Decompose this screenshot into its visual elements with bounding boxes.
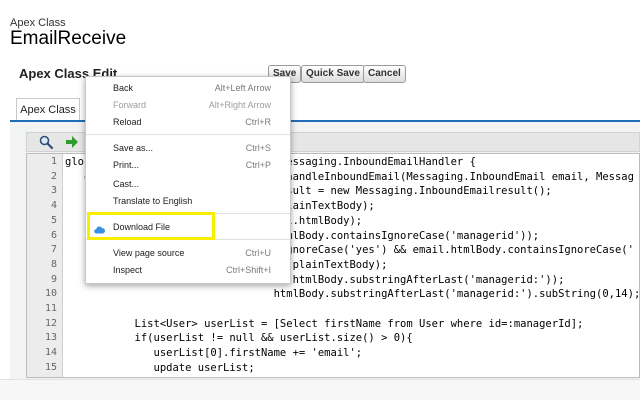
menu-separator [86, 213, 290, 214]
line-number: 11 [44, 303, 57, 314]
line-number: 14 [44, 347, 57, 359]
menu-separator [86, 134, 290, 135]
menu-item-print[interactable]: Print... Ctrl+P [86, 157, 290, 174]
code-text: if(userList != null && userList.size() >… [65, 332, 413, 345]
menu-item-forward: Forward Alt+Right Arrow [113, 100, 271, 110]
line-number: 16 [27, 376, 57, 378]
line-number: 10 [44, 288, 57, 300]
menu-item-cast[interactable]: Cast... [86, 176, 290, 193]
code-text: htmlBody.substringAfterLast('managerid:'… [65, 288, 640, 301]
context-menu: Back Alt+Left Arrow Forward Alt+Right Ar… [85, 76, 291, 284]
line-number: 3 [50, 185, 57, 197]
line-number: 12 [44, 317, 57, 329]
line-number: 2 [50, 170, 57, 182]
quick-save-button[interactable]: Quick Save [301, 65, 365, 83]
line-number: 1 [50, 156, 57, 167]
menu-separator [86, 239, 290, 240]
line-number: 13 [44, 332, 57, 344]
line-number: 9 [50, 273, 57, 285]
line-number: 8 [50, 258, 57, 270]
page-footer-strip [0, 379, 640, 400]
line-number: 6 [50, 229, 57, 241]
line-number: 5 [50, 214, 57, 226]
line-number: 4 [50, 200, 57, 212]
code-line[interactable]: 12 List<User> userList = [Select firstNa… [27, 317, 639, 331]
cancel-button[interactable]: Cancel [363, 65, 406, 83]
code-line[interactable]: 10 htmlBody.substringAfterLast('manageri… [27, 287, 639, 301]
menu-item-view-page-source[interactable]: View page source Ctrl+U [86, 245, 290, 262]
code-line[interactable]: 13 if(userList != null && userList.size(… [27, 331, 639, 345]
tab-apex-class[interactable]: Apex Class [16, 98, 80, 121]
page-title: EmailReceive [10, 28, 127, 49]
code-text: } [65, 376, 141, 378]
arrow-right-icon[interactable] [64, 134, 80, 150]
cloud-download-icon [94, 223, 105, 234]
code-text: List<User> userList = [Select firstName … [65, 317, 584, 330]
code-line[interactable]: 15 update userList; [27, 361, 639, 375]
code-line[interactable]: 14 userList[0].firstName += 'email'; [27, 346, 639, 360]
menu-item-download-file[interactable]: Download File [86, 219, 290, 236]
menu-item-inspect[interactable]: Inspect Ctrl+Shift+I [86, 262, 290, 279]
menu-item-save-as[interactable]: Save as... Ctrl+S [86, 140, 290, 157]
menu-item-translate[interactable]: Translate to English [86, 193, 290, 210]
line-number: 15 [44, 361, 57, 373]
code-line[interactable]: 11 [27, 302, 639, 316]
code-text: userList[0].firstName += 'email'; [65, 347, 363, 360]
menu-item-back[interactable]: Back Alt+Left Arrow [86, 80, 290, 97]
search-icon[interactable] [38, 134, 54, 150]
code-text: update userList; [65, 361, 255, 374]
line-number: 7 [50, 244, 57, 256]
code-line[interactable]: 16 } [27, 376, 639, 378]
menu-item-reload[interactable]: Reload Ctrl+R [86, 114, 290, 131]
